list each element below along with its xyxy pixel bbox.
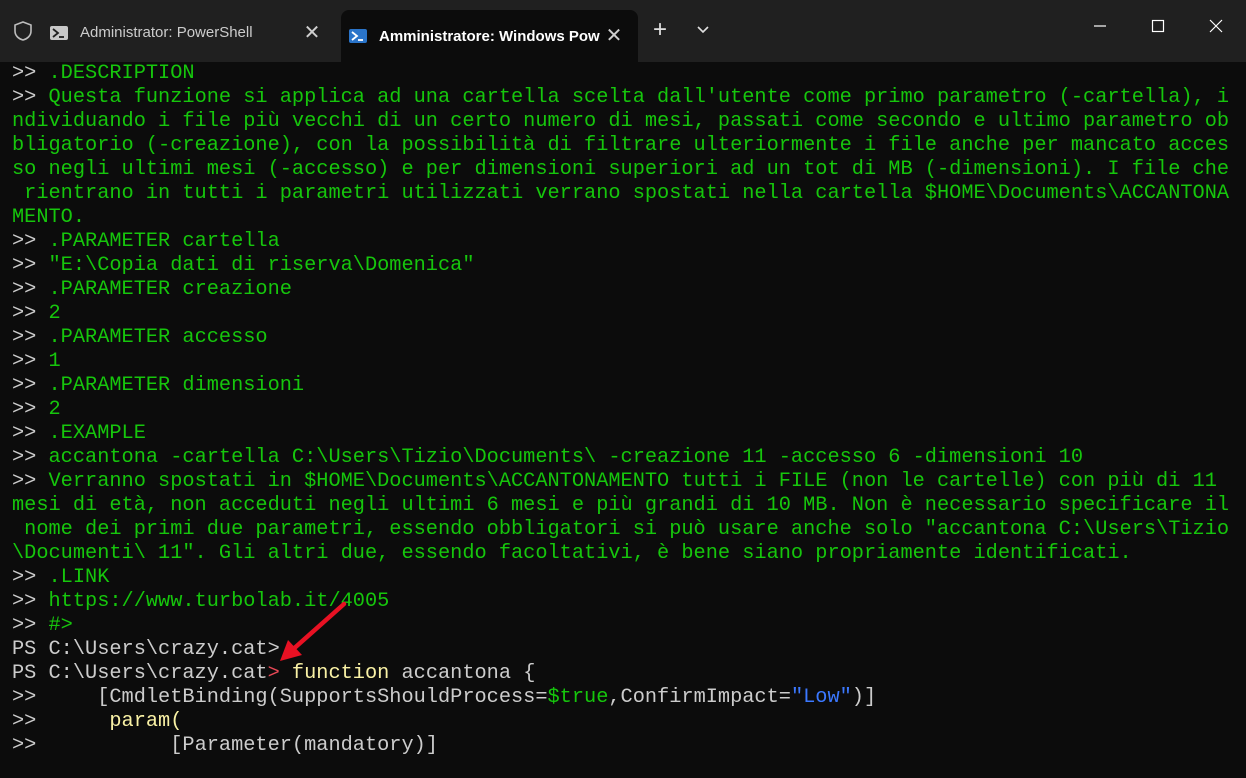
output-text: rientrano in tutti i parametri utilizzat… (12, 182, 1230, 205)
output-text: .LINK (36, 566, 110, 589)
code-text: , (608, 686, 621, 709)
terminal-output[interactable]: >> .DESCRIPTION >> Questa funzione si ap… (0, 62, 1246, 778)
prompt-continuation: >> (12, 326, 37, 349)
prompt-continuation: >> (12, 686, 37, 709)
code-text: [Parameter(mandatory)] (36, 734, 438, 757)
output-text: Questa funzione si applica ad una cartel… (36, 86, 1230, 109)
red-arrow-annotation (280, 601, 347, 661)
tab-label: Amministratore: Windows PowerShell (379, 27, 600, 45)
output-text: bligatorio (-creazione), con la possibil… (12, 134, 1230, 157)
prompt-continuation: >> (12, 350, 37, 373)
output-text: Verranno spostati in $HOME\Documents\ACC… (36, 470, 1217, 493)
prompt-continuation: >> (12, 86, 37, 109)
prompt-continuation: >> (12, 446, 37, 469)
ps-prompt: PS C:\Users\crazy.cat> (12, 638, 280, 661)
keyword-function: function (279, 662, 390, 685)
title-bar: Administrator: PowerShell ✕ Amministrato… (0, 0, 1246, 62)
tab-label: Administrator: PowerShell (80, 24, 253, 41)
prompt-caret: > (267, 662, 280, 685)
tab-administrator-powershell[interactable]: Administrator: PowerShell ✕ (42, 10, 336, 55)
new-tab-button[interactable]: + (653, 18, 667, 42)
output-text: .EXAMPLE (36, 422, 146, 445)
output-text: .DESCRIPTION (36, 62, 195, 85)
maximize-icon[interactable] (1146, 14, 1170, 38)
tab-amministratore-windows-powershell[interactable]: Amministratore: Windows PowerShell ✕ (341, 10, 638, 62)
output-text: \Documenti\ 11". Gli altri due, essendo … (12, 542, 1132, 565)
output-text: "E:\Copia dati di riserva\Domenica" (36, 254, 475, 277)
output-text: .PARAMETER cartella (36, 230, 280, 253)
output-text: so negli ultimi mesi (-accesso) e per di… (12, 158, 1230, 181)
prompt-continuation: >> (12, 230, 37, 253)
prompt-continuation: >> (12, 302, 37, 325)
keyword-param: param( (36, 710, 183, 733)
powershell-icon (349, 29, 367, 43)
output-text: accantona -cartella C:\Users\Tizio\Docum… (36, 446, 1084, 469)
output-text: MENTO. (12, 206, 86, 229)
output-text: 2 (36, 302, 61, 325)
close-window-icon[interactable] (1204, 14, 1228, 38)
shield-icon (14, 21, 32, 41)
code-text: )] (851, 686, 877, 709)
code-text: [CmdletBinding(SupportsShouldProcess= (36, 686, 548, 709)
chevron-down-icon[interactable] (694, 20, 712, 38)
prompt-continuation: >> (12, 590, 37, 613)
code-string: "Low" (790, 686, 852, 709)
output-text: mesi di età, non acceduti negli ultimi 6… (12, 494, 1230, 517)
output-text: nome dei primi due parametri, essendo ob… (12, 518, 1230, 541)
output-text: #> (36, 614, 73, 637)
code-variable: $true (547, 686, 609, 709)
prompt-continuation: >> (12, 422, 37, 445)
code-text: accantona { (389, 662, 536, 685)
output-text: .PARAMETER dimensioni (36, 374, 305, 397)
prompt-continuation: >> (12, 470, 37, 493)
prompt-continuation: >> (12, 398, 37, 421)
prompt-continuation: >> (12, 278, 37, 301)
code-text: ConfirmImpact= (620, 686, 791, 709)
output-text: .PARAMETER creazione (36, 278, 292, 301)
close-icon[interactable]: ✕ (600, 26, 628, 46)
close-icon[interactable]: ✕ (298, 23, 326, 43)
powershell-icon (50, 25, 68, 40)
prompt-continuation: >> (12, 614, 37, 637)
prompt-continuation: >> (12, 374, 37, 397)
output-text: .PARAMETER accesso (36, 326, 268, 349)
output-text: 1 (36, 350, 61, 373)
ps-prompt: PS C:\Users\crazy.cat (12, 662, 268, 685)
output-text: 2 (36, 398, 61, 421)
prompt-continuation: >> (12, 254, 37, 277)
minimize-icon[interactable] (1088, 14, 1112, 38)
prompt-continuation: >> (12, 62, 37, 85)
prompt-continuation: >> (12, 566, 37, 589)
prompt-continuation: >> (12, 710, 37, 733)
prompt-continuation: >> (12, 734, 37, 757)
output-text: ndividuando i file più vecchi di un cert… (12, 110, 1230, 133)
